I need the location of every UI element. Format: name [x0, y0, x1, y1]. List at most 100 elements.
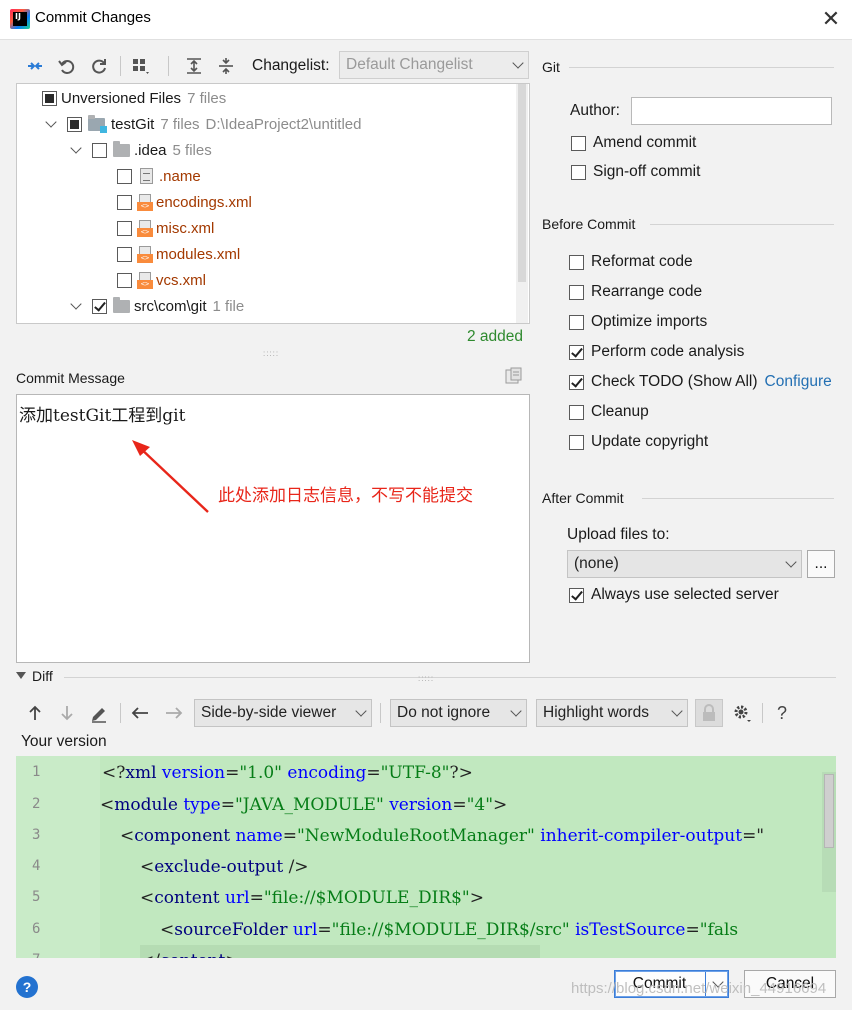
scrollbar-thumb[interactable] [518, 84, 526, 282]
intellij-logo-icon: IJ [10, 9, 30, 29]
whitespace-dropdown[interactable]: Do not ignore [390, 699, 527, 727]
check-todo-option[interactable]: Check TODO (Show All) Configure [569, 369, 832, 395]
xml-file-icon: <> [137, 271, 153, 289]
file-checkbox[interactable] [117, 220, 132, 236]
before-commit-title: Before Commit [542, 216, 636, 232]
gear-icon[interactable] [731, 702, 753, 724]
changes-tree[interactable]: Unversioned Files 7 files testGit 7 file… [16, 83, 530, 324]
highlight-dropdown[interactable]: Highlight words [536, 699, 688, 727]
viewer-dropdown[interactable]: Side-by-side viewer [194, 699, 372, 727]
file-checkbox[interactable] [117, 246, 132, 262]
splitter-grip[interactable]: ::::: [418, 674, 434, 683]
tree-row-file[interactable]: .name [117, 164, 201, 188]
src-folder-checkbox[interactable] [92, 298, 107, 314]
tree-row-file[interactable]: <> misc.xml [117, 216, 214, 240]
code-analysis-option[interactable]: Perform code analysis [569, 339, 744, 365]
toolbar-separator [120, 56, 121, 76]
signoff-commit-option[interactable]: Sign-off commit [571, 159, 700, 185]
diff-collapse-icon[interactable] [16, 672, 26, 679]
always-use-server-option[interactable]: Always use selected server [569, 582, 779, 608]
chevron-down-icon[interactable] [70, 298, 82, 310]
arrow-right-icon[interactable] [163, 702, 185, 724]
file-checkbox[interactable] [117, 168, 132, 184]
commit-message-input[interactable] [16, 394, 530, 663]
divider [569, 67, 834, 68]
rearrange-code-label: Rearrange code [591, 283, 703, 300]
rearrange-code-option[interactable]: Rearrange code [569, 279, 702, 305]
idea-folder-checkbox[interactable] [92, 142, 107, 158]
tree-scrollbar[interactable] [516, 84, 528, 323]
lock-icon[interactable] [695, 699, 723, 727]
update-copyright-checkbox[interactable] [569, 434, 584, 450]
diff-editor[interactable]: 1 2 3 4 5 6 7 <?xml version="1.0" encodi… [16, 756, 836, 958]
scrollbar-thumb[interactable] [824, 774, 834, 848]
diff-help-icon[interactable]: ? [777, 703, 787, 724]
always-use-server-checkbox[interactable] [569, 587, 584, 603]
folder-icon [113, 140, 130, 157]
diff-scrollbar[interactable] [822, 772, 836, 892]
reformat-code-checkbox[interactable] [569, 254, 584, 270]
author-input[interactable] [631, 97, 832, 125]
cleanup-option[interactable]: Cleanup [569, 399, 649, 425]
xml-file-icon: <> [137, 219, 153, 237]
cleanup-checkbox[interactable] [569, 404, 584, 420]
show-diff-icon[interactable] [24, 55, 46, 77]
chevron-down-icon[interactable] [70, 142, 82, 154]
rearrange-code-checkbox[interactable] [569, 284, 584, 300]
code-content[interactable]: <? xml version = "1.0" encoding = "UTF-8" ?> <… [100, 756, 836, 958]
tree-row-idea-folder[interactable]: .idea 5 files [70, 138, 212, 162]
code-line: <? xml version = "1.0" encoding = "UTF-8" ?> [102, 762, 473, 783]
help-icon[interactable]: ? [16, 976, 38, 998]
chevron-down-icon [785, 556, 797, 568]
group-by-icon[interactable] [130, 55, 152, 77]
tree-row-file[interactable]: <> encodings.xml [117, 190, 252, 214]
upload-server-value: (none) [574, 555, 619, 572]
configure-link[interactable]: Configure [765, 373, 832, 391]
reformat-code-option[interactable]: Reformat code [569, 249, 693, 275]
optimize-imports-label: Optimize imports [591, 313, 708, 330]
optimize-imports-option[interactable]: Optimize imports [569, 309, 707, 335]
code-line: < sourceFolder url = "file://$MODULE_DIR$/s… [160, 919, 739, 940]
commit-message-history-icon[interactable] [503, 366, 523, 386]
chevron-down-icon [510, 705, 522, 717]
chevron-down-icon[interactable] [45, 116, 57, 128]
expand-all-icon[interactable] [183, 55, 205, 77]
browse-servers-button[interactable]: ... [807, 550, 835, 578]
changes-status: 2 added [467, 328, 524, 345]
signoff-commit-checkbox[interactable] [571, 164, 586, 180]
src-folder-count: 1 file [212, 297, 245, 315]
arrow-left-icon[interactable] [129, 702, 151, 724]
tree-row-unversioned[interactable]: Unversioned Files 7 files [42, 86, 226, 110]
update-copyright-option[interactable]: Update copyright [569, 429, 708, 455]
tree-row-src-folder[interactable]: src\com\git 1 file [70, 294, 245, 318]
project-checkbox[interactable] [67, 116, 82, 132]
text-file-icon [140, 168, 153, 184]
code-analysis-checkbox[interactable] [569, 344, 584, 360]
amend-commit-checkbox[interactable] [571, 135, 586, 151]
collapse-all-icon[interactable] [215, 55, 237, 77]
close-icon[interactable]: ✕ [820, 6, 842, 32]
amend-commit-option[interactable]: Amend commit [571, 130, 696, 156]
upload-files-label: Upload files to: [567, 526, 670, 543]
optimize-imports-checkbox[interactable] [569, 314, 584, 330]
tree-row-file[interactable]: <> vcs.xml [117, 268, 206, 292]
line-number: 6 [32, 921, 41, 937]
file-checkbox[interactable] [117, 272, 132, 288]
tree-row-project[interactable]: testGit 7 files D:\IdeaProject2\untitled [45, 112, 361, 136]
refresh-icon[interactable] [88, 55, 110, 77]
changelist-dropdown[interactable]: Default Changelist [339, 51, 529, 79]
arrow-down-icon[interactable] [56, 702, 78, 724]
check-todo-checkbox[interactable] [569, 374, 584, 390]
rollback-icon[interactable] [56, 55, 78, 77]
arrow-up-icon[interactable] [24, 702, 46, 724]
splitter-grip[interactable]: ::::: [263, 349, 279, 358]
unversioned-checkbox[interactable] [42, 90, 57, 106]
divider [642, 498, 834, 499]
upload-server-dropdown[interactable]: (none) [567, 550, 802, 578]
amend-commit-label: Amend commit [593, 134, 697, 151]
edit-icon[interactable] [88, 702, 110, 724]
file-checkbox[interactable] [117, 194, 132, 210]
tree-row-file[interactable]: <> modules.xml [117, 242, 240, 266]
reformat-code-label: Reformat code [591, 253, 693, 270]
update-copyright-label: Update copyright [591, 433, 709, 450]
